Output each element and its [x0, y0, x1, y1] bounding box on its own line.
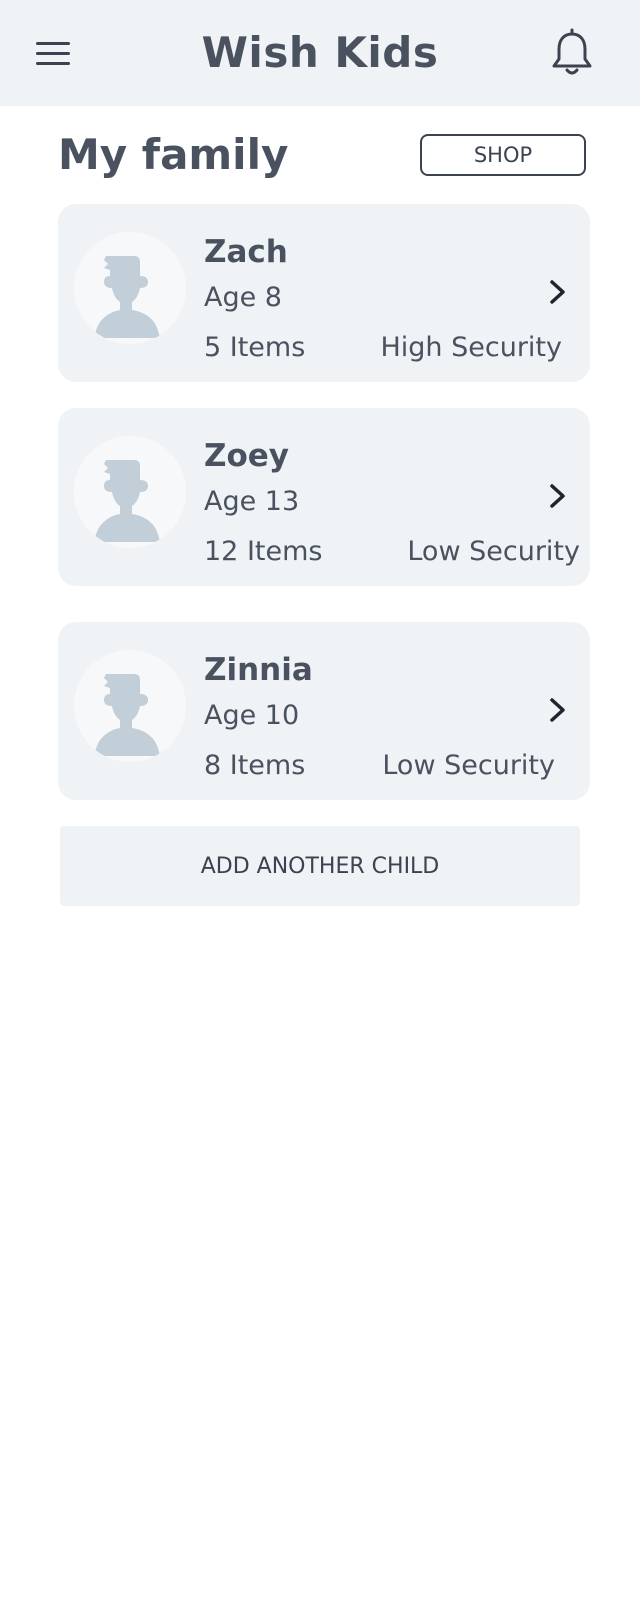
child-items-count: 5 Items: [204, 332, 306, 363]
avatar: [74, 436, 186, 548]
shop-button[interactable]: SHOP: [420, 134, 586, 176]
child-security-level: High Security: [380, 332, 562, 363]
child-card[interactable]: Zoey Age 13 12 Items Low Security: [58, 408, 590, 586]
section-title: My family: [58, 130, 289, 179]
app-title: Wish Kids: [201, 28, 439, 77]
child-name: Zoey: [204, 438, 290, 474]
avatar: [74, 232, 186, 344]
avatar: [74, 650, 186, 762]
bell-icon[interactable]: [548, 28, 596, 78]
chevron-right-icon[interactable]: [546, 480, 570, 512]
child-age: Age 8: [204, 282, 282, 313]
child-security-level: Low Security: [382, 750, 555, 781]
child-items-count: 12 Items: [204, 536, 323, 567]
child-card[interactable]: Zach Age 8 5 Items High Security: [58, 204, 590, 382]
child-name: Zach: [204, 234, 288, 270]
child-security-level: Low Security: [407, 536, 580, 567]
person-silhouette-icon: [94, 256, 160, 338]
child-age: Age 10: [204, 700, 300, 731]
person-silhouette-icon: [94, 460, 160, 542]
child-card[interactable]: Zinnia Age 10 8 Items Low Security: [58, 622, 590, 800]
child-name: Zinnia: [204, 652, 313, 688]
add-another-child-button[interactable]: ADD ANOTHER CHILD: [60, 826, 580, 906]
child-age: Age 13: [204, 486, 300, 517]
chevron-right-icon[interactable]: [546, 694, 570, 726]
child-items-count: 8 Items: [204, 750, 306, 781]
chevron-right-icon[interactable]: [546, 276, 570, 308]
app-header: Wish Kids: [0, 0, 640, 106]
person-silhouette-icon: [94, 674, 160, 756]
